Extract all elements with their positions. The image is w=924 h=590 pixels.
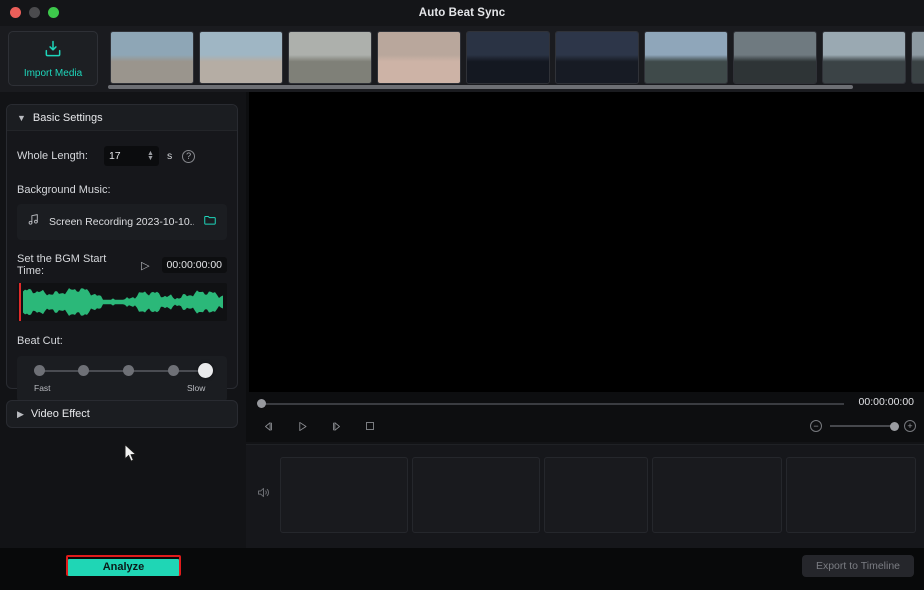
media-thumbnail[interactable] [377,31,461,84]
whole-length-unit: s [166,150,173,162]
clip-4[interactable] [652,457,782,533]
timeline-panel [246,444,924,548]
analyze-button[interactable]: Analyze [68,558,179,576]
seek-bar[interactable] [260,403,844,405]
whole-length-stepper[interactable]: 17 ▲ ▼ [103,146,159,166]
bgm-start-timecode[interactable]: 00:00:00:00 [161,257,227,273]
zoom-slider-handle[interactable] [890,421,899,431]
clip-3[interactable] [544,457,648,533]
beat-cut-min-label: Fast [34,383,51,393]
media-thumbnail-list [110,26,924,92]
video-effect-title: Video Effect [30,408,90,420]
analyze-button-highlight: Analyze [66,555,181,576]
bottom-action-bar: Analyze Export to Timeline [0,548,924,590]
bgm-waveform[interactable] [17,283,227,321]
media-strip: Import Media [0,26,924,92]
beat-cut-step-3[interactable] [168,365,179,376]
clip-5[interactable] [786,457,916,533]
chevron-down-icon: ▼ [17,112,26,123]
transport-controls [260,418,378,434]
timeline-zoom-control: − + [810,420,916,432]
minus-circle-icon[interactable]: − [810,420,822,432]
beat-cut-step-4-selected[interactable] [198,363,213,378]
prev-frame-button[interactable] [260,418,276,434]
play-button[interactable] [294,418,310,434]
media-thumbnail[interactable] [555,31,639,84]
bgm-start-time-label: Set the BGM Start Time: [17,253,107,277]
media-thumbnail[interactable] [466,31,550,84]
mountain-partial [912,32,924,83]
play-triangle-icon[interactable]: ▷ [141,259,149,272]
bgm-start-time-row: Set the BGM Start Time: ▷ 00:00:00:00 [17,253,227,277]
person-walking-foggy-field [289,32,371,83]
beat-cut-label: Beat Cut: [17,335,63,347]
basic-settings-card: ▼ Basic Settings Whole Length: 17 ▲ ▼ s ?… [6,104,238,402]
beat-cut-step-0[interactable] [34,365,45,376]
player-timecode: 00:00:00:00 [858,396,914,408]
import-media-label: Import Media [23,67,83,79]
media-thumbnail[interactable] [288,31,372,84]
video-effect-card[interactable]: ▶ Video Effect [6,400,238,428]
woman-face-closeup [378,32,460,83]
woman-portrait-white-dress [200,32,282,83]
import-download-icon [43,39,63,64]
import-media-button[interactable]: Import Media [8,31,98,86]
stepper-arrows-icon[interactable]: ▲ ▼ [147,150,154,162]
stop-button[interactable] [362,418,378,434]
whole-length-row: Whole Length: 17 ▲ ▼ s ? [17,145,227,167]
clip-2[interactable] [412,457,540,533]
media-thumbnail[interactable] [644,31,728,84]
seek-row: 00:00:00:00 [246,395,924,417]
beat-cut-slider[interactable]: Fast Slow [17,356,227,402]
media-scroll-row [0,84,924,92]
beat-cut-step-1[interactable] [78,365,89,376]
media-thumbnail[interactable] [911,31,924,84]
player-area: 00:00:00:00 − + [246,92,924,442]
woman-arm-raised-canyon [111,32,193,83]
whole-length-label: Whole Length: [17,150,88,162]
waveform-playhead[interactable] [19,283,21,321]
background-music-label: Background Music: [17,184,111,196]
music-note-icon [27,213,40,231]
media-thumbnail[interactable] [733,31,817,84]
export-to-timeline-button[interactable]: Export to Timeline [802,555,914,577]
hazy-mountain-ridge [734,32,816,83]
window-title: Auto Beat Sync [418,7,506,19]
beat-cut-step-2[interactable] [123,365,134,376]
beat-cut-max-label: Slow [187,383,206,393]
auto-beat-sync-window: Auto Beat Sync Import Media ▼ Basic Sett… [0,0,924,590]
basic-settings-title: Basic Settings [32,111,103,124]
media-thumbnail[interactable] [199,31,283,84]
silhouette-dusk-horizon [467,32,549,83]
beat-cut-slider-track[interactable] [39,370,205,372]
plus-circle-icon[interactable]: + [904,420,916,432]
whole-length-value: 17 [108,150,121,162]
speaker-volume-icon[interactable] [256,485,271,505]
video-preview[interactable] [249,92,924,392]
basic-settings-header[interactable]: ▼ Basic Settings [7,105,237,131]
background-music-file-row[interactable]: Screen Recording 2023-10-10... [17,204,227,240]
jagged-mountain-peaks [645,32,727,83]
next-frame-button[interactable] [328,418,344,434]
seek-handle[interactable] [257,399,266,408]
background-music-file-name: Screen Recording 2023-10-10... [49,216,194,228]
zoom-slider-track[interactable] [830,421,899,431]
title-bar: Auto Beat Sync [0,0,924,26]
folder-icon[interactable] [203,213,217,232]
media-thumbnail[interactable] [822,31,906,84]
layered-mountain-range [823,32,905,83]
question-mark-icon[interactable]: ? [182,149,196,163]
media-horizontal-scrollbar[interactable] [108,85,853,89]
media-thumbnail[interactable] [110,31,194,84]
clip-1[interactable] [280,457,408,533]
chevron-right-icon: ▶ [17,408,24,419]
man-silhouette-sunrise [556,32,638,83]
settings-panel: ▼ Basic Settings Whole Length: 17 ▲ ▼ s ?… [0,92,240,548]
